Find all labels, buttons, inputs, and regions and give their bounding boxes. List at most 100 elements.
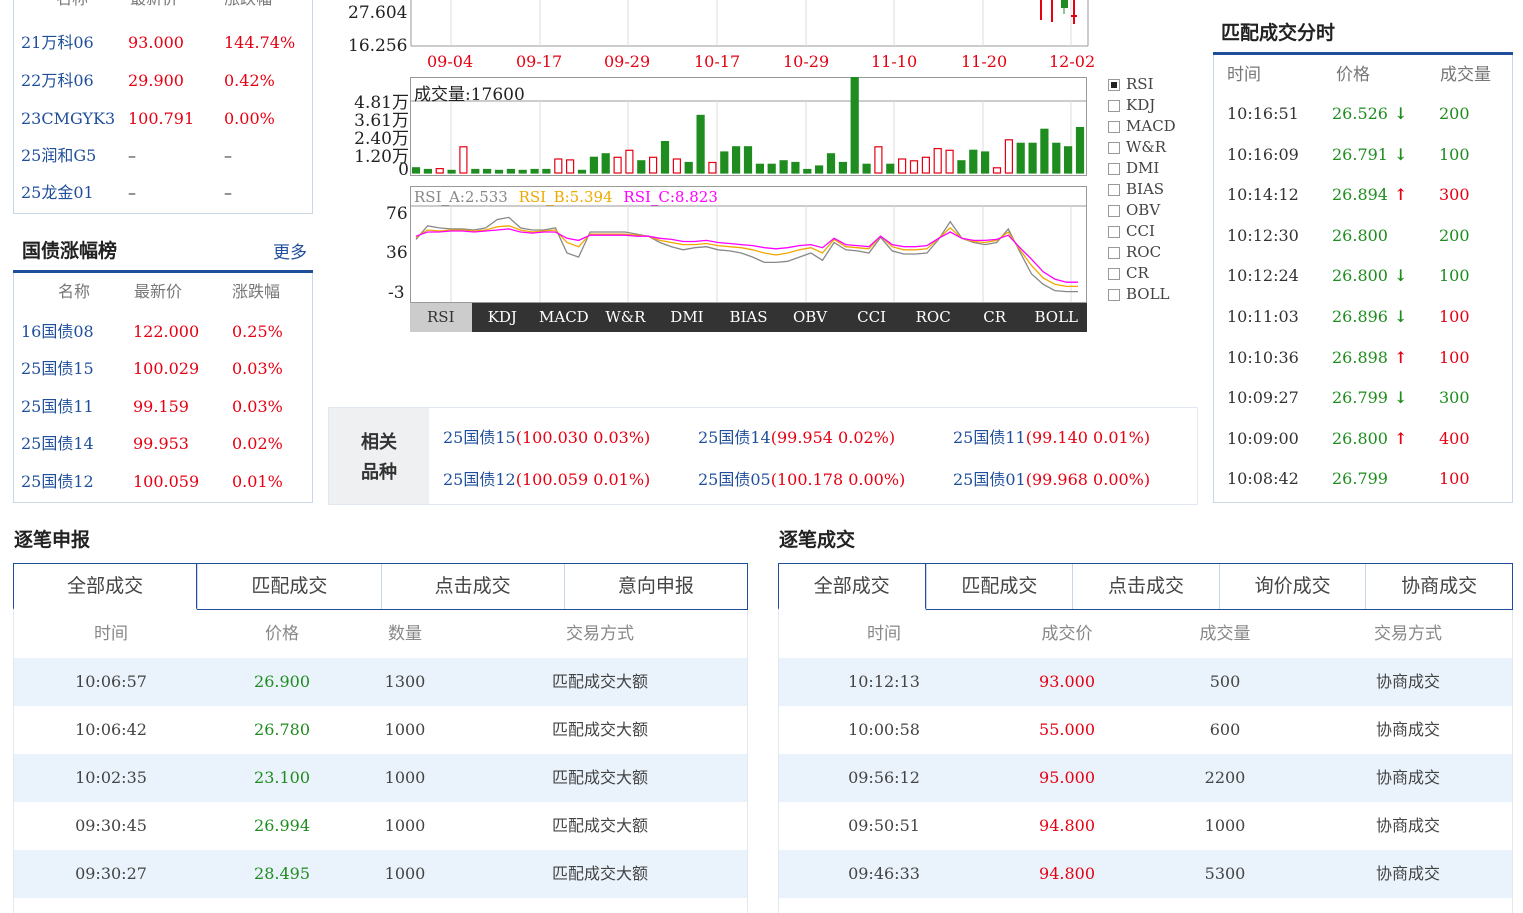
- bond-name-link[interactable]: 25龙金01: [21, 174, 94, 212]
- tab-inquiry-trades[interactable]: 询价成交: [1218, 564, 1366, 609]
- list-item[interactable]: 25国债12 100.059 0.01%: [14, 463, 312, 501]
- checkbox[interactable]: [1108, 162, 1120, 175]
- more-link[interactable]: 更多: [273, 238, 307, 263]
- tab-match-trades[interactable]: 匹配成交: [925, 564, 1073, 609]
- bond-name-link[interactable]: 25国债15: [21, 350, 94, 388]
- indicator-option-bias[interactable]: BIAS: [1108, 179, 1176, 200]
- indicator-option-cr[interactable]: CR: [1108, 263, 1176, 284]
- treasury-panel: 名称 最新价 涨跌幅 16国债08 122.000 0.25% 25国债15 1…: [13, 273, 313, 503]
- volume-y-tick: 0: [398, 160, 409, 180]
- table-row: 10:12:24 26.800 ↓ 100: [1214, 257, 1512, 295]
- indicator-option-rsi[interactable]: RSI: [1108, 74, 1176, 95]
- checkbox[interactable]: [1108, 204, 1120, 217]
- checkbox[interactable]: [1108, 246, 1120, 259]
- tick-volume: 400: [1439, 428, 1470, 448]
- indicator-option-label: BOLL: [1126, 285, 1170, 303]
- checkbox[interactable]: [1108, 288, 1120, 301]
- tab-cr[interactable]: CR: [964, 303, 1026, 332]
- checkbox[interactable]: [1108, 99, 1120, 112]
- bond-name-link[interactable]: 22万科06: [21, 62, 94, 100]
- bond-change: 0.03%: [232, 397, 283, 416]
- tab-dmi[interactable]: DMI: [656, 303, 718, 332]
- arrow-down-icon: ↓: [1394, 104, 1408, 123]
- tab-cci[interactable]: CCI: [841, 303, 903, 332]
- rsi-b-label: RSI_B:5.394: [518, 188, 613, 206]
- tab-obv[interactable]: OBV: [779, 303, 841, 332]
- header-mode: 交易方式: [566, 624, 634, 644]
- related-name[interactable]: 25国债01: [953, 470, 1026, 489]
- tab-macd[interactable]: MACD: [533, 303, 595, 332]
- indicator-option-cci[interactable]: CCI: [1108, 221, 1176, 242]
- indicator-option-wr[interactable]: W&R: [1108, 137, 1176, 158]
- checkbox[interactable]: [1108, 120, 1120, 133]
- bond-name-link[interactable]: 16国债08: [21, 313, 94, 351]
- tab-match-trades[interactable]: 匹配成交: [197, 564, 381, 609]
- indicator-option-obv[interactable]: OBV: [1108, 200, 1176, 221]
- arrow-up-icon: ↑: [1394, 185, 1408, 205]
- bond-name-link[interactable]: 25国债12: [21, 463, 94, 501]
- tab-negotiated-trades[interactable]: 协商成交: [1365, 564, 1512, 609]
- list-item[interactable]: 21万科06 93.000 144.74%: [14, 24, 312, 62]
- header-mode: 交易方式: [1374, 624, 1442, 644]
- order-time: 09:30:27: [75, 864, 147, 883]
- bond-name-link[interactable]: 25国债14: [21, 425, 94, 463]
- list-item[interactable]: 25润和G5 – –: [14, 137, 312, 175]
- checkbox[interactable]: [1108, 225, 1120, 238]
- related-item[interactable]: 25国债12(100.059 0.01%): [443, 466, 650, 490]
- indicator-option-label: MACD: [1126, 117, 1176, 135]
- bond-name-link[interactable]: 25国债11: [21, 388, 94, 426]
- list-item[interactable]: 25国债11 99.159 0.03%: [14, 388, 312, 426]
- indicator-option-macd[interactable]: MACD: [1108, 116, 1176, 137]
- checkbox[interactable]: [1108, 141, 1120, 154]
- list-item[interactable]: 22万科06 29.900 0.42%: [14, 62, 312, 100]
- bond-name-link[interactable]: 23CMGYK3: [21, 100, 115, 138]
- bond-name-link[interactable]: 25润和G5: [21, 137, 96, 175]
- price-chart: [410, 0, 1089, 47]
- related-name[interactable]: 25国债12: [443, 470, 516, 489]
- bond-name-link[interactable]: 21万科06: [21, 24, 94, 62]
- list-item[interactable]: 23CMGYK3 100.791 0.00%: [14, 100, 312, 138]
- tab-all-trades[interactable]: 全部成交: [13, 563, 198, 610]
- volume-bar: [589, 156, 598, 174]
- tab-click-trades[interactable]: 点击成交: [1072, 564, 1219, 609]
- tick-time: 10:12:24: [1227, 266, 1299, 286]
- list-item[interactable]: 25国债14 99.953 0.02%: [14, 425, 312, 463]
- tab-kdj[interactable]: KDJ: [472, 303, 534, 332]
- related-name[interactable]: 25国债05: [698, 470, 771, 489]
- checkbox[interactable]: [1108, 78, 1120, 91]
- tick-volume: 100: [1439, 266, 1470, 286]
- bond-change: 144.74%: [224, 33, 296, 52]
- volume-bar: [471, 168, 480, 174]
- tab-intent-orders[interactable]: 意向申报: [563, 564, 747, 609]
- related-item[interactable]: 25国债01(99.968 0.00%): [953, 466, 1150, 490]
- volume-bar: [874, 146, 883, 174]
- indicator-option-roc[interactable]: ROC: [1108, 242, 1176, 263]
- table-row: 10:00:58 55.000 600 协商成交: [779, 706, 1512, 754]
- list-item[interactable]: 25龙金01 – –: [14, 174, 312, 212]
- related-name[interactable]: 25国债14: [698, 428, 771, 447]
- indicator-option-kdj[interactable]: KDJ: [1108, 95, 1176, 116]
- header-price: 价格: [1336, 65, 1370, 85]
- trades-header: 时间 成交价 成交量 交易方式: [779, 610, 1512, 658]
- tab-all-trades[interactable]: 全部成交: [778, 563, 926, 610]
- tab-boll[interactable]: BOLL: [1025, 303, 1087, 332]
- checkbox[interactable]: [1108, 267, 1120, 280]
- tab-rsi[interactable]: RSI: [410, 303, 472, 332]
- tab-roc[interactable]: ROC: [902, 303, 964, 332]
- checkbox[interactable]: [1108, 183, 1120, 196]
- trade-time: 10:00:58: [848, 720, 920, 739]
- indicator-option-boll[interactable]: BOLL: [1108, 284, 1176, 305]
- volume-bar: [1075, 126, 1085, 174]
- related-item[interactable]: 25国债11(99.140 0.01%): [953, 424, 1150, 448]
- tab-bias[interactable]: BIAS: [718, 303, 780, 332]
- related-item[interactable]: 25国债05(100.178 0.00%): [698, 466, 905, 490]
- tab-wr[interactable]: W&R: [595, 303, 657, 332]
- related-name[interactable]: 25国债15: [443, 428, 516, 447]
- list-item[interactable]: 25国债15 100.029 0.03%: [14, 350, 312, 388]
- related-item[interactable]: 25国债15(100.030 0.03%): [443, 424, 650, 448]
- indicator-option-dmi[interactable]: DMI: [1108, 158, 1176, 179]
- related-name[interactable]: 25国债11: [953, 428, 1026, 447]
- list-item[interactable]: 16国债08 122.000 0.25%: [14, 313, 312, 351]
- related-item[interactable]: 25国债14(99.954 0.02%): [698, 424, 895, 448]
- tab-click-trades[interactable]: 点击成交: [380, 564, 564, 609]
